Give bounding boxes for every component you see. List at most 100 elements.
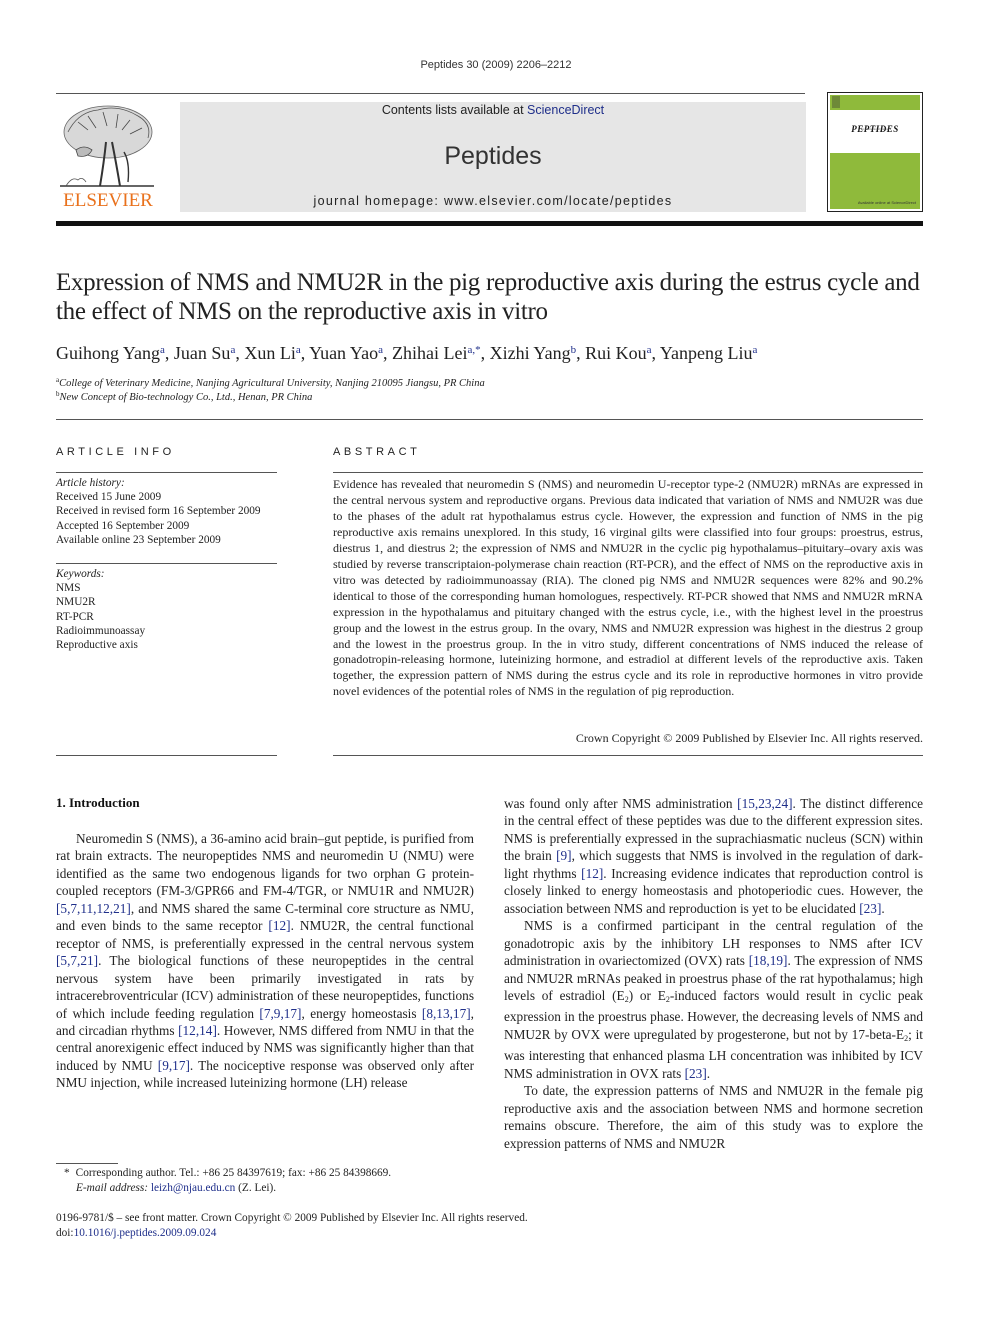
- email-suffix: (Z. Lei).: [235, 1182, 277, 1194]
- author[interactable]: Juan Sua: [174, 343, 235, 363]
- author-separator: ,: [576, 343, 586, 363]
- author[interactable]: Yuan Yaoa: [309, 343, 383, 363]
- citation-link[interactable]: [23]: [859, 901, 881, 916]
- citation-link[interactable]: [12]: [268, 918, 290, 933]
- citation-link[interactable]: [9]: [556, 848, 572, 863]
- text-run: .: [706, 1065, 711, 1081]
- keywords: Keywords: NMS NMU2R RT-PCR Radioimmunoas…: [56, 567, 145, 652]
- citation-link[interactable]: [9,17]: [158, 1058, 190, 1073]
- citation-link[interactable]: [18,19]: [749, 953, 788, 968]
- body-column-left: Neuromedin S (NMS), a 36-amino acid brai…: [56, 830, 474, 1092]
- history-online: Available online 23 September 2009: [56, 533, 221, 546]
- author-list: Guihong Yanga, Juan Sua, Xun Lia, Yuan Y…: [56, 343, 936, 364]
- front-matter-info: 0196-9781/$ – see front matter. Crown Co…: [56, 1211, 528, 1241]
- author[interactable]: Zhihai Leia,*: [392, 343, 481, 363]
- keyword-item: Radioimmunoassay: [56, 624, 146, 637]
- email-label: E-mail address:: [76, 1182, 149, 1194]
- issn-line: 0196-9781/$ – see front matter. Crown Co…: [56, 1212, 528, 1224]
- elsevier-tree-icon: [60, 105, 154, 187]
- cover-publisher-icon: [832, 96, 840, 108]
- author[interactable]: Xizhi Yangb: [490, 343, 577, 363]
- journal-name: Peptides: [444, 142, 542, 170]
- article-info-heading: ARTICLE INFO: [56, 446, 175, 458]
- citation-link[interactable]: [12]: [581, 866, 603, 881]
- body-paragraph: To date, the expression patterns of NMS …: [504, 1082, 923, 1152]
- corresponding-author-note: * Corresponding author. Tel.: +86 25 8439…: [56, 1166, 391, 1181]
- article-history: Article history: Received 15 June 2009 R…: [56, 476, 261, 547]
- text-run: , energy homeostasis: [301, 1005, 422, 1021]
- author[interactable]: Guihong Yanga: [56, 343, 165, 363]
- author[interactable]: Xun Lia: [244, 343, 300, 363]
- article-title: Expression of NMS and NMU2R in the pig r…: [56, 269, 920, 325]
- text-run: was found only after NMS administration: [504, 796, 738, 811]
- affiliation-b: bNew Concept of Bio-technology Co., Ltd.…: [56, 390, 312, 403]
- keywords-rule: [56, 563, 277, 564]
- text-run: ) or E: [628, 987, 666, 1003]
- affiliation-text: New Concept of Bio-technology Co., Ltd.,…: [59, 392, 313, 403]
- section-divider: [56, 419, 923, 420]
- author-separator: ,: [651, 343, 660, 363]
- abstract-text: Evidence has revealed that neuromedin S …: [333, 477, 923, 699]
- citation-link[interactable]: [5,7,11,12,21]: [56, 901, 131, 916]
- keyword-item: NMU2R: [56, 596, 96, 609]
- contents-prefix: Contents lists available at: [381, 103, 528, 117]
- doi-link[interactable]: 10.1016/j.peptides.2009.09.024: [74, 1227, 217, 1239]
- elsevier-wordmark: ELSEVIER: [63, 190, 153, 211]
- section-heading-introduction: 1. Introduction: [56, 795, 140, 810]
- citation-link[interactable]: [23]: [685, 1066, 707, 1081]
- text-run: Neuromedin S (NMS), a 36-amino acid brai…: [56, 831, 474, 899]
- author[interactable]: Rui Koua: [585, 343, 651, 363]
- text-run: To date, the expression patterns of NMS …: [504, 1083, 923, 1151]
- keyword-item: RT-PCR: [56, 610, 94, 623]
- abstract-rule: [333, 472, 923, 473]
- journal-homepage[interactable]: journal homepage: www.elsevier.com/locat…: [180, 194, 806, 208]
- author-separator: ,: [480, 343, 490, 363]
- abstract-bottom-rule: [333, 755, 923, 756]
- article-info-rule: [56, 472, 277, 473]
- keyword-item: Reproductive axis: [56, 639, 138, 652]
- abstract-heading: ABSTRACT: [333, 446, 421, 458]
- keywords-label: Keywords:: [56, 568, 105, 580]
- author-separator: ,: [300, 343, 310, 363]
- cover-top-band: [830, 95, 920, 110]
- elsevier-logo[interactable]: ELSEVIER: [56, 100, 160, 212]
- email-link[interactable]: leizh@njau.edu.cn: [151, 1182, 235, 1194]
- doi-prefix: doi:: [56, 1227, 74, 1239]
- history-revised: Received in revised form 16 September 20…: [56, 505, 261, 518]
- history-accepted: Accepted 16 September 2009: [56, 519, 190, 532]
- footnote-star: *: [64, 1167, 70, 1179]
- cover-badge: Available online at ScienceDirect: [857, 200, 916, 205]
- author[interactable]: Yanpeng Liua: [660, 343, 758, 363]
- footnote-rule: [56, 1163, 118, 1164]
- cover-subtitle: an international journal: [861, 127, 889, 131]
- abstract-copyright: Crown Copyright © 2009 Published by Else…: [575, 731, 923, 745]
- author-affiliation-marker[interactable]: a: [753, 344, 758, 356]
- header-thick-rule: [56, 221, 923, 226]
- keyword-item: NMS: [56, 582, 81, 595]
- sciencedirect-link[interactable]: ScienceDirect: [527, 103, 604, 117]
- running-head: Peptides 30 (2009) 2206–2212: [420, 59, 572, 71]
- body-paragraph: Neuromedin S (NMS), a 36-amino acid brai…: [56, 830, 474, 1092]
- author-separator: ,: [164, 343, 174, 363]
- contents-line: Contents lists available at ScienceDirec…: [180, 103, 806, 117]
- journal-banner: Contents lists available at ScienceDirec…: [180, 102, 806, 212]
- citation-link[interactable]: [7,9,17]: [259, 1006, 301, 1021]
- affiliation-a: aCollege of Veterinary Medicine, Nanjing…: [56, 376, 485, 389]
- footnote: * Corresponding author. Tel.: +86 25 8439…: [56, 1166, 391, 1196]
- body-paragraph: NMS is a confirmed participant in the ce…: [504, 917, 923, 1082]
- journal-cover-thumbnail[interactable]: PEPTIDES an international journal Availa…: [827, 92, 923, 212]
- header-rule: [56, 93, 805, 94]
- author-affiliation-marker[interactable]: a,*: [467, 344, 480, 356]
- body-column-right: was found only after NMS administration …: [504, 795, 923, 1152]
- citation-link[interactable]: [8,13,17]: [422, 1006, 471, 1021]
- email-note: E-mail address: leizh@njau.edu.cn (Z. Le…: [56, 1181, 391, 1196]
- citation-link[interactable]: [5,7,21]: [56, 953, 98, 968]
- affiliation-text: College of Veterinary Medicine, Nanjing …: [59, 378, 485, 389]
- citation-link[interactable]: [15,23,24]: [737, 796, 792, 811]
- article-info-bottom-rule: [56, 755, 277, 756]
- text-run: .: [881, 900, 885, 916]
- author-separator: ,: [382, 343, 392, 363]
- body-paragraph: was found only after NMS administration …: [504, 795, 923, 917]
- citation-link[interactable]: [12,14]: [178, 1023, 217, 1038]
- history-received: Received 15 June 2009: [56, 491, 162, 504]
